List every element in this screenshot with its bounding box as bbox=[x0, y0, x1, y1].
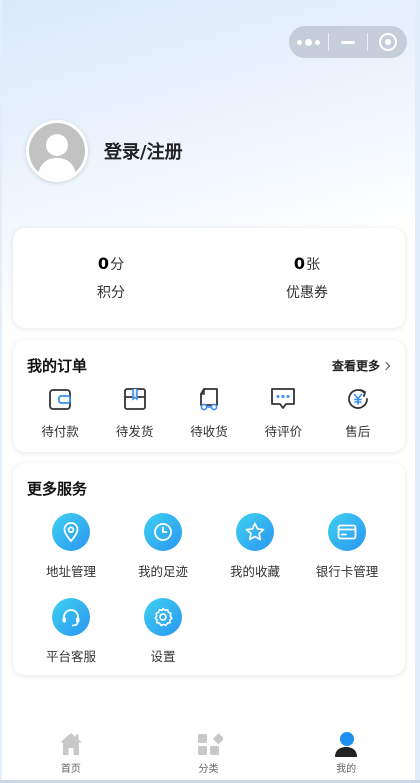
services-title: 更多服务 bbox=[27, 480, 88, 498]
view-more-label: 查看更多 bbox=[331, 359, 380, 373]
more-dots-icon bbox=[296, 38, 320, 46]
service-address-management[interactable]: 地址管理 bbox=[25, 513, 117, 580]
minimize-button[interactable] bbox=[329, 26, 368, 58]
default-avatar-icon bbox=[37, 134, 77, 179]
category-icon bbox=[197, 733, 223, 755]
bank-card-icon bbox=[337, 524, 357, 540]
tab-label: 首页 bbox=[60, 763, 81, 775]
order-item-label: 待收货 bbox=[190, 424, 228, 439]
miniprogram-capsule bbox=[289, 26, 407, 58]
profile-header: 登录/注册 bbox=[26, 120, 183, 182]
minus-icon bbox=[341, 40, 355, 44]
package-icon bbox=[123, 388, 146, 410]
close-miniprogram-button[interactable] bbox=[368, 26, 407, 58]
view-more-orders-link[interactable]: 查看更多 bbox=[331, 357, 391, 374]
points-item[interactable]: 0分 积分 bbox=[13, 228, 209, 328]
mine-page: 登录/注册 0分 积分 0张 优惠券 我的订单 查看更多 待付款 待发货 待收货… bbox=[2, 0, 415, 780]
wallet-icon bbox=[49, 389, 72, 410]
orders-title: 我的订单 bbox=[27, 357, 88, 375]
coupons-unit: 张 bbox=[306, 257, 321, 273]
service-bank-card-management[interactable]: 银行卡管理 bbox=[301, 513, 393, 580]
my-orders-card: 我的订单 查看更多 待付款 待发货 待收货 待评价 售后 bbox=[13, 340, 405, 452]
points-unit: 分 bbox=[110, 257, 125, 273]
order-item-label: 待发货 bbox=[115, 424, 154, 439]
headset-icon bbox=[62, 609, 80, 627]
order-item-label: 待付款 bbox=[41, 424, 79, 439]
order-pending-payment[interactable]: 待付款 bbox=[29, 385, 91, 440]
points-label: 积分 bbox=[97, 285, 125, 301]
order-after-sales[interactable]: 售后 bbox=[327, 385, 389, 440]
points-card: 0分 积分 0张 优惠券 bbox=[13, 228, 405, 328]
order-pending-receipt[interactable]: 待收货 bbox=[178, 385, 240, 440]
service-label: 地址管理 bbox=[45, 564, 96, 579]
truck-icon bbox=[200, 388, 218, 411]
tab-home[interactable]: 首页 bbox=[2, 724, 140, 780]
order-pending-review[interactable]: 待评价 bbox=[252, 385, 314, 440]
coupons-item[interactable]: 0张 优惠券 bbox=[209, 228, 405, 328]
yen-refund-icon bbox=[347, 389, 368, 409]
avatar[interactable] bbox=[26, 120, 88, 182]
comment-icon bbox=[271, 388, 296, 409]
coupons-value: 0 bbox=[293, 254, 306, 273]
service-label: 平台客服 bbox=[45, 649, 96, 664]
bottom-tab-bar: 首页 分类 我的 bbox=[2, 724, 415, 780]
tab-category[interactable]: 分类 bbox=[140, 724, 278, 780]
star-icon bbox=[245, 522, 265, 541]
tab-mine[interactable]: 我的 bbox=[277, 724, 415, 780]
order-item-label: 售后 bbox=[345, 424, 371, 439]
service-label: 设置 bbox=[150, 649, 176, 664]
service-customer-support[interactable]: 平台客服 bbox=[25, 598, 117, 665]
location-icon bbox=[63, 522, 79, 543]
service-my-favorites[interactable]: 我的收藏 bbox=[209, 513, 301, 580]
chevron-right-icon bbox=[381, 361, 391, 370]
target-icon bbox=[378, 33, 397, 51]
more-services-card: 更多服务 地址管理 我的足迹 我的收藏 银行卡管理 平台客服 设置 bbox=[13, 463, 405, 675]
tab-label: 分类 bbox=[198, 763, 219, 775]
login-register-link[interactable]: 登录/注册 bbox=[104, 138, 183, 164]
gear-icon bbox=[154, 607, 173, 627]
order-pending-shipment[interactable]: 待发货 bbox=[104, 385, 166, 440]
user-icon bbox=[335, 731, 358, 757]
service-my-footprints[interactable]: 我的足迹 bbox=[117, 513, 209, 580]
order-item-label: 待评价 bbox=[264, 424, 303, 439]
service-settings[interactable]: 设置 bbox=[117, 598, 209, 665]
service-label: 银行卡管理 bbox=[315, 564, 379, 579]
tab-label: 我的 bbox=[336, 763, 357, 775]
service-label: 我的收藏 bbox=[229, 564, 280, 579]
clock-icon bbox=[154, 523, 172, 541]
points-value: 0 bbox=[97, 254, 110, 273]
service-label: 我的足迹 bbox=[137, 564, 188, 579]
coupons-label: 优惠券 bbox=[286, 285, 328, 301]
home-icon bbox=[59, 732, 82, 755]
more-menu-button[interactable] bbox=[289, 26, 328, 58]
